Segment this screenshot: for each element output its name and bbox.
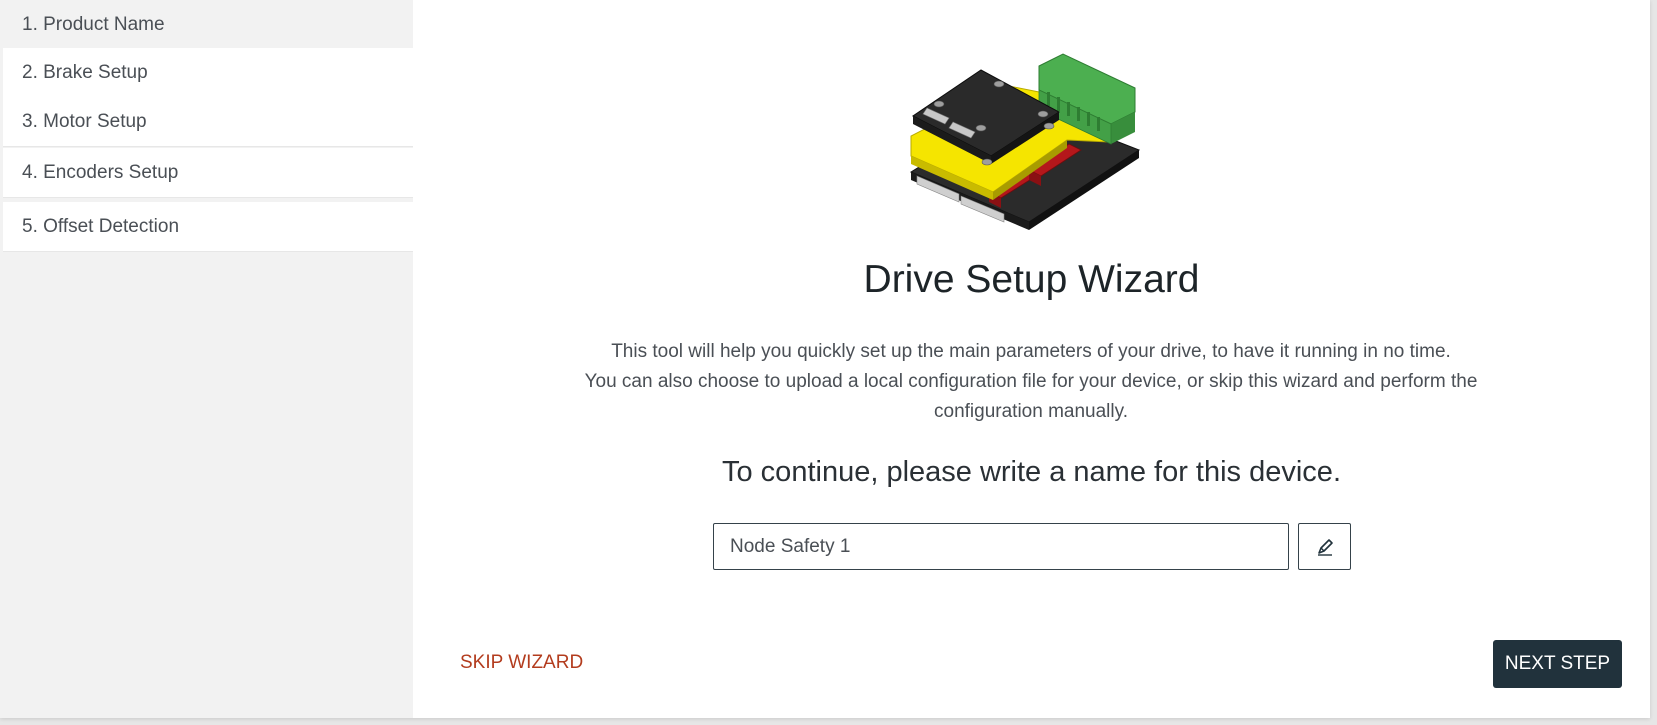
device-name-prompt: To continue, please write a name for thi… bbox=[722, 456, 1341, 488]
sidebar-step-encoders-setup[interactable]: 4. Encoders Setup bbox=[3, 148, 413, 198]
description-text: This tool will help you quickly set up t… bbox=[531, 337, 1531, 427]
edit-name-button[interactable] bbox=[1298, 523, 1351, 570]
wizard-main-panel: Drive Setup Wizard This tool will help y… bbox=[413, 0, 1650, 718]
pen-icon bbox=[1317, 538, 1333, 556]
wizard-sidebar: 1. Product Name 2. Brake Setup 3. Motor … bbox=[0, 0, 413, 718]
skip-wizard-button[interactable]: SKIP WIZARD bbox=[460, 652, 583, 674]
sidebar-step-brake-setup[interactable]: 2. Brake Setup bbox=[3, 48, 413, 98]
page-title: Drive Setup Wizard bbox=[863, 258, 1200, 301]
sidebar-step-product-name[interactable]: 1. Product Name bbox=[3, 0, 413, 50]
wizard-window: 1. Product Name 2. Brake Setup 3. Motor … bbox=[0, 0, 1650, 718]
sidebar-step-offset-detection[interactable]: 5. Offset Detection bbox=[3, 202, 413, 252]
sidebar-step-motor-setup[interactable]: 3. Motor Setup bbox=[3, 97, 413, 147]
servo-drive-image bbox=[909, 53, 1141, 230]
description-line-2: You can also choose to upload a local co… bbox=[584, 371, 1478, 422]
device-name-input[interactable] bbox=[713, 523, 1289, 570]
description-line-1: This tool will help you quickly set up t… bbox=[611, 341, 1451, 362]
next-step-button[interactable]: NEXT STEP bbox=[1493, 640, 1622, 688]
